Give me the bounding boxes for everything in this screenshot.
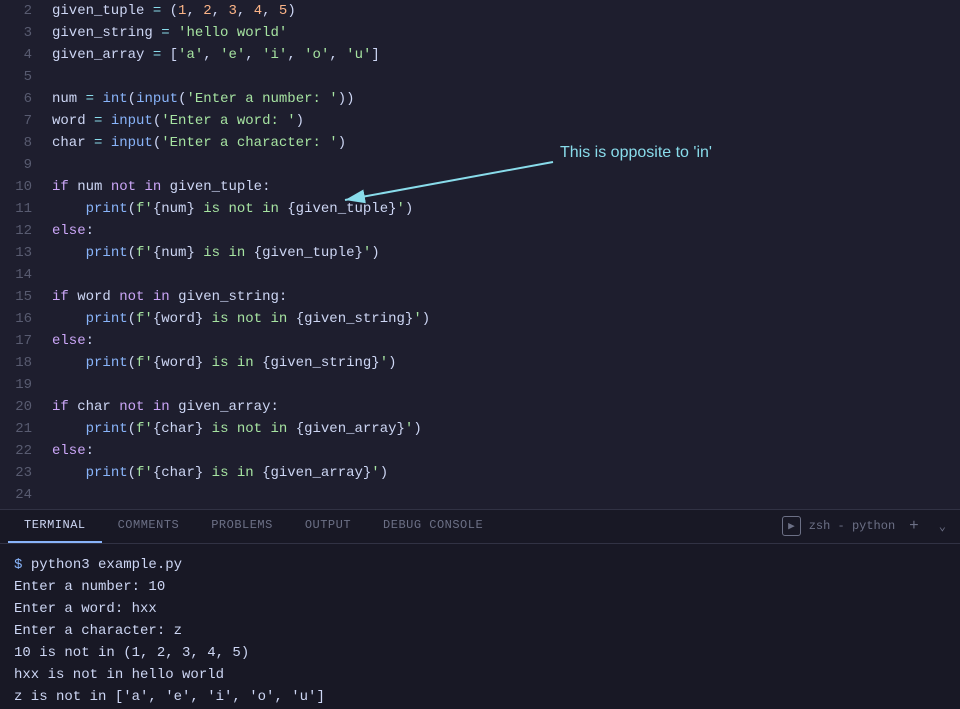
code-line: 20if char not in given_array:	[0, 396, 960, 418]
code-line: 13 print(f'{num} is in {given_tuple}')	[0, 242, 960, 264]
line-content: char = input('Enter a character: ')	[48, 132, 960, 154]
code-line: 4given_array = ['a', 'e', 'i', 'o', 'u']	[0, 44, 960, 66]
code-line: 14	[0, 264, 960, 286]
prompt: $	[14, 557, 31, 573]
line-number: 24	[0, 484, 48, 506]
line-number: 7	[0, 110, 48, 132]
line-content: given_string = 'hello world'	[48, 22, 960, 44]
line-number: 10	[0, 176, 48, 198]
terminal-tab-comments[interactable]: COMMENTS	[102, 510, 196, 543]
code-line: 16 print(f'{word} is not in {given_strin…	[0, 308, 960, 330]
code-line: 23 print(f'{char} is in {given_array}')	[0, 462, 960, 484]
line-number: 11	[0, 198, 48, 220]
line-content: else:	[48, 220, 960, 242]
code-line: 8char = input('Enter a character: ')	[0, 132, 960, 154]
line-content: print(f'{char} is in {given_array}')	[48, 462, 960, 484]
code-line: 19	[0, 374, 960, 396]
terminal-add-icon[interactable]: +	[903, 515, 925, 537]
line-content: print(f'{word} is not in {given_string}'…	[48, 308, 960, 330]
terminal-output-line: 10 is not in (1, 2, 3, 4, 5)	[14, 642, 946, 664]
terminal-output-line: Enter a character: z	[14, 620, 946, 642]
terminal-tab-debug-console[interactable]: DEBUG CONSOLE	[367, 510, 499, 543]
terminal-tabs: TERMINALCOMMENTSPROBLEMSOUTPUTDEBUG CONS…	[0, 510, 960, 544]
terminal-output-line: $ python3 example.py	[14, 554, 946, 576]
terminal-output-line: hxx is not in hello world	[14, 664, 946, 686]
line-content: print(f'{num} is in {given_tuple}')	[48, 242, 960, 264]
code-line: 3given_string = 'hello world'	[0, 22, 960, 44]
line-content: word = input('Enter a word: ')	[48, 110, 960, 132]
terminal-output-line: Enter a word: hxx	[14, 598, 946, 620]
line-number: 23	[0, 462, 48, 484]
line-number: 9	[0, 154, 48, 176]
code-line: 6num = int(input('Enter a number: '))	[0, 88, 960, 110]
terminal-output-line: Enter a number: 10	[14, 576, 946, 598]
code-line: 7word = input('Enter a word: ')	[0, 110, 960, 132]
line-content: else:	[48, 440, 960, 462]
line-content: given_array = ['a', 'e', 'i', 'o', 'u']	[48, 44, 960, 66]
line-number: 22	[0, 440, 48, 462]
terminal-output-line: z is not in ['a', 'e', 'i', 'o', 'u']	[14, 686, 946, 708]
code-line: 24	[0, 484, 960, 506]
code-line: 17else:	[0, 330, 960, 352]
terminal-tab-terminal[interactable]: TERMINAL	[8, 510, 102, 543]
terminal-controls: ▶ zsh - python + ⌄	[782, 515, 952, 537]
line-number: 3	[0, 22, 48, 44]
code-line: 18 print(f'{word} is in {given_string}')	[0, 352, 960, 374]
terminal-title-label: zsh - python	[809, 519, 895, 533]
code-line: 11 print(f'{num} is not in {given_tuple}…	[0, 198, 960, 220]
line-number: 17	[0, 330, 48, 352]
code-line: 15if word not in given_string:	[0, 286, 960, 308]
terminal-chevron-icon[interactable]: ⌄	[933, 517, 952, 536]
code-line: 5	[0, 66, 960, 88]
code-line: 2given_tuple = (1, 2, 3, 4, 5)	[0, 0, 960, 22]
line-number: 6	[0, 88, 48, 110]
line-number: 21	[0, 418, 48, 440]
line-number: 4	[0, 44, 48, 66]
line-number: 20	[0, 396, 48, 418]
code-lines: 2given_tuple = (1, 2, 3, 4, 5)3given_str…	[0, 0, 960, 509]
line-content: given_tuple = (1, 2, 3, 4, 5)	[48, 0, 960, 22]
line-content: if char not in given_array:	[48, 396, 960, 418]
terminal-run-icon[interactable]: ▶	[782, 516, 801, 536]
line-content: if word not in given_string:	[48, 286, 960, 308]
line-content: print(f'{num} is not in {given_tuple}')	[48, 198, 960, 220]
terminal-tab-problems[interactable]: PROBLEMS	[195, 510, 289, 543]
line-number: 2	[0, 0, 48, 22]
code-line: 12else:	[0, 220, 960, 242]
tabs-container: TERMINALCOMMENTSPROBLEMSOUTPUTDEBUG CONS…	[8, 510, 499, 543]
line-content: num = int(input('Enter a number: '))	[48, 88, 960, 110]
line-content: if num not in given_tuple:	[48, 176, 960, 198]
code-editor: 2given_tuple = (1, 2, 3, 4, 5)3given_str…	[0, 0, 960, 509]
line-number: 12	[0, 220, 48, 242]
line-content: else:	[48, 330, 960, 352]
line-number: 8	[0, 132, 48, 154]
code-line: 10if num not in given_tuple:	[0, 176, 960, 198]
code-line: 22else:	[0, 440, 960, 462]
line-number: 15	[0, 286, 48, 308]
terminal-body: $ python3 example.pyEnter a number: 10En…	[0, 544, 960, 709]
line-number: 13	[0, 242, 48, 264]
code-line: 21 print(f'{char} is not in {given_array…	[0, 418, 960, 440]
line-number: 16	[0, 308, 48, 330]
code-line: 9	[0, 154, 960, 176]
terminal-panel: TERMINALCOMMENTSPROBLEMSOUTPUTDEBUG CONS…	[0, 509, 960, 709]
line-content: print(f'{char} is not in {given_array}')	[48, 418, 960, 440]
line-content: print(f'{word} is in {given_string}')	[48, 352, 960, 374]
line-number: 5	[0, 66, 48, 88]
line-number: 14	[0, 264, 48, 286]
terminal-tab-output[interactable]: OUTPUT	[289, 510, 367, 543]
line-number: 18	[0, 352, 48, 374]
line-number: 19	[0, 374, 48, 396]
